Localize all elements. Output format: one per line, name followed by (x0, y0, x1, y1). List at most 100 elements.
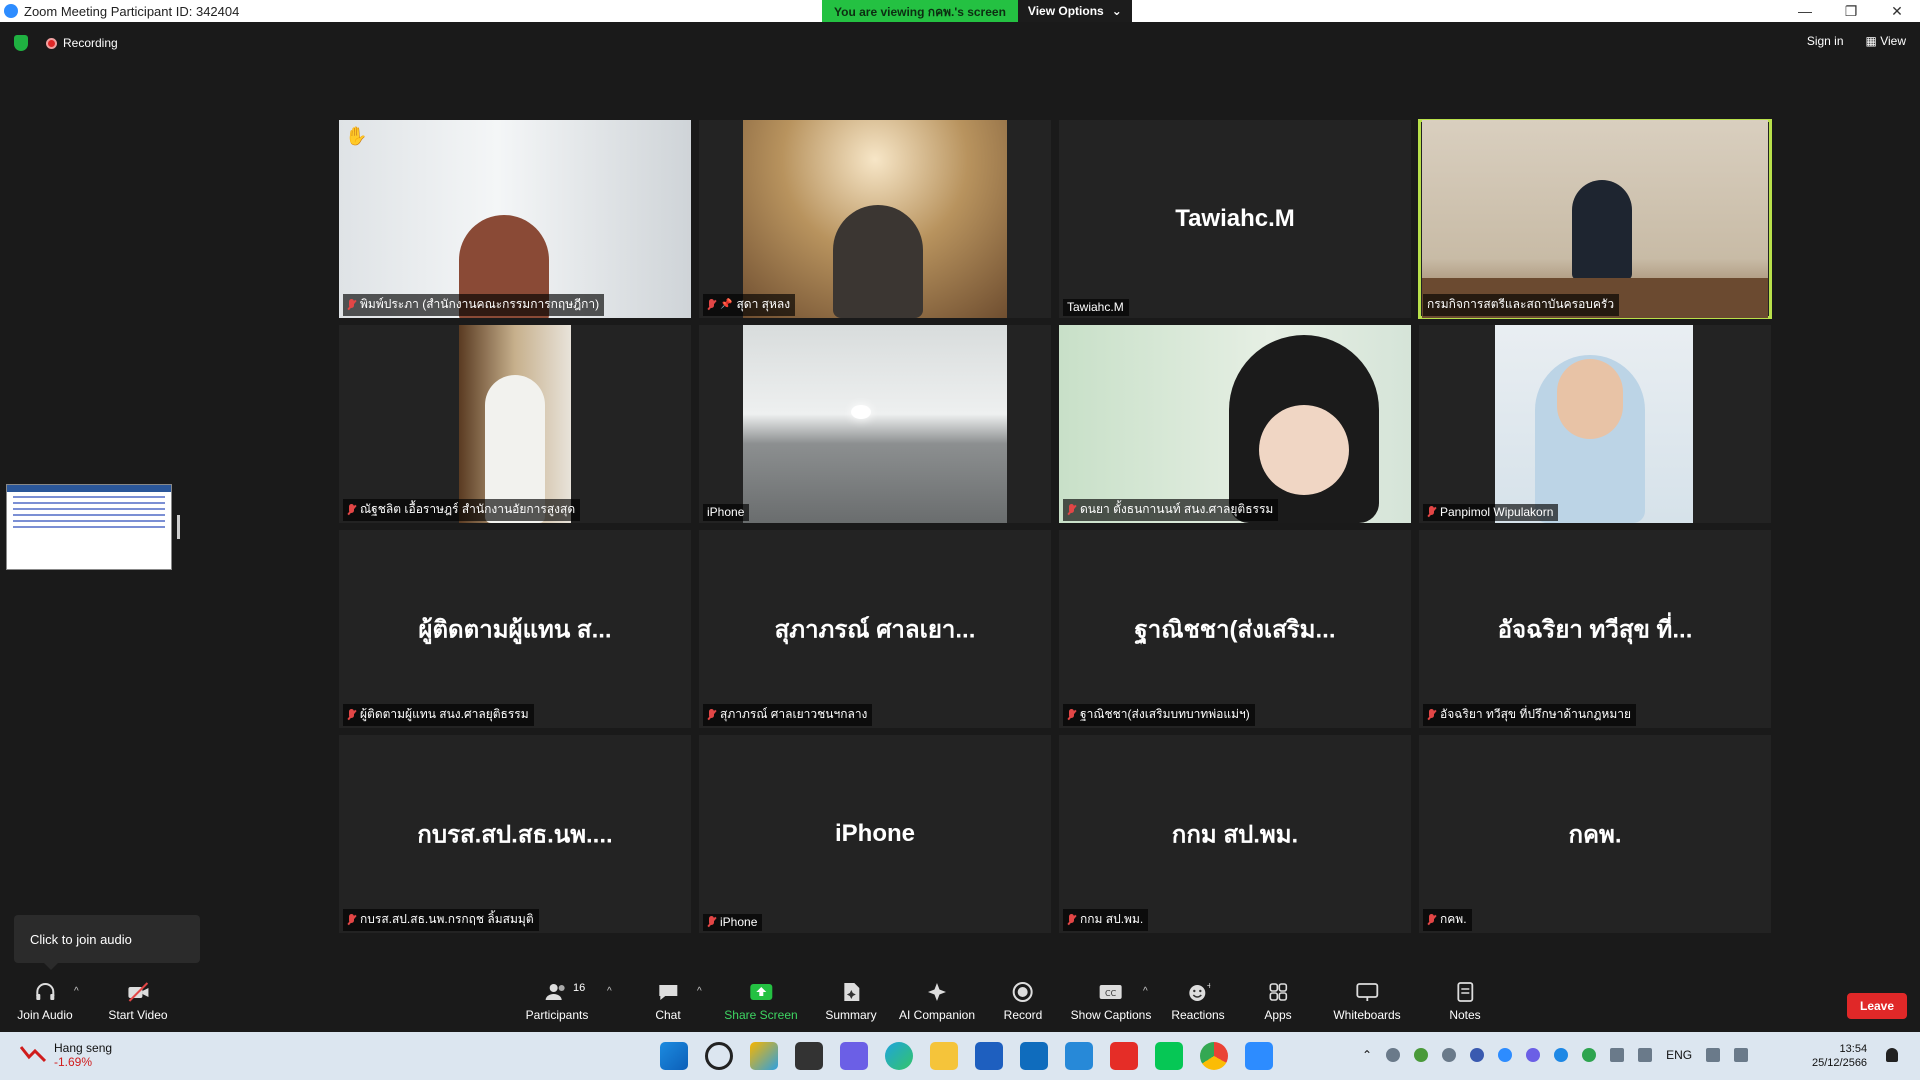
video-tile[interactable]: กกม สป.พม. กกม สป.พม. (1059, 735, 1411, 933)
chat-caret-icon[interactable]: ^ (697, 986, 702, 997)
participant-name: ฐาณิชชา(ส่งเสริมบทบาทพ่อแม่ฯ) (1080, 707, 1250, 721)
notes-label: Notes (1449, 1008, 1481, 1022)
participant-video (459, 325, 571, 523)
participant-name: กคพ. (1440, 912, 1467, 926)
zoom-taskbar-icon[interactable] (1245, 1042, 1273, 1070)
summary-button[interactable]: Summary (825, 982, 877, 1022)
file-explorer-icon[interactable] (930, 1042, 958, 1070)
video-tile[interactable]: Tawiahc.M Tawiahc.M (1059, 120, 1411, 318)
video-tile[interactable]: กบรส.สป.สธ.นพ.... กบรส.สป.สธ.นพ.กรกฤช ลิ… (339, 735, 691, 933)
video-tile[interactable]: กคพ. กคพ. (1419, 735, 1771, 933)
video-tile[interactable]: 📌 สุดา สุหลง (699, 120, 1051, 318)
tray-app-icon[interactable] (1442, 1048, 1457, 1062)
mic-muted-icon (1427, 913, 1436, 926)
security-shield-icon[interactable] (14, 35, 28, 51)
record-button[interactable]: Record (1004, 982, 1042, 1022)
close-button[interactable]: ✕ (1874, 3, 1920, 20)
youtube-icon[interactable] (1110, 1042, 1138, 1070)
widgets-icon[interactable] (750, 1042, 778, 1070)
raised-hand-icon: ✋ (345, 126, 368, 146)
video-tile[interactable]: ดนยา ตั้งธนกานนท์ สนง.ศาลยุติธรรม (1059, 325, 1411, 523)
display-icon[interactable] (1638, 1048, 1653, 1062)
participant-nametag: ฐาณิชชา(ส่งเสริมบทบาทพ่อแม่ฯ) (1063, 704, 1255, 726)
tray-app-icon[interactable] (1582, 1048, 1597, 1062)
participant-name: ณัฐชลิต เอื้อราษฎร์ สำนักงานอัยการสูงสุด (360, 502, 576, 516)
stock-widget[interactable]: Hang seng -1.69% (20, 1041, 112, 1069)
video-tile[interactable]: สุภาภรณ์ ศาลเยา... สุภาภรณ์ ศาลเยาวชนฯกล… (699, 530, 1051, 728)
tray-app-icon[interactable] (1554, 1048, 1569, 1062)
task-view-icon[interactable] (795, 1042, 823, 1070)
tray-app-icon[interactable] (1470, 1048, 1485, 1062)
participant-count: 16 (573, 982, 586, 994)
windows-start-icon[interactable] (660, 1042, 688, 1070)
video-tile[interactable]: ✋ พิมพ์ประภา (สำนักงานคณะกรรมการกฤษฎีกา) (339, 120, 691, 318)
participant-display-name: ผู้ติดตามผู้แทน ส... (418, 616, 612, 644)
tray-app-icon[interactable] (1414, 1048, 1429, 1062)
video-tile[interactable]: อัจฉริยา ทวีสุข ที่... อัจฉริยา ทวีสุข ท… (1419, 530, 1771, 728)
participants-caret-icon[interactable]: ^ (607, 986, 612, 997)
network-icon[interactable] (1706, 1048, 1721, 1062)
participant-nametag: Tawiahc.M (1063, 299, 1129, 316)
teams-chat-icon[interactable] (840, 1042, 868, 1070)
video-tile[interactable]: iPhone (699, 325, 1051, 523)
language-indicator[interactable]: ENG (1666, 1048, 1692, 1062)
start-video-button[interactable]: Start Video (108, 982, 168, 1022)
video-tile[interactable]: Panpimol Wipulakorn (1419, 325, 1771, 523)
volume-muted-icon[interactable] (1734, 1048, 1749, 1062)
thumbnail-resize-handle[interactable] (177, 515, 180, 539)
view-label: View (1880, 34, 1906, 48)
active-speaker-tile[interactable]: กรมกิจการสตรีและสถาบันครอบครัว (1418, 119, 1772, 319)
video-tile[interactable]: ณัฐชลิต เอื้อราษฎร์ สำนักงานอัยการสูงสุด (339, 325, 691, 523)
mic-muted-icon (1067, 708, 1076, 721)
notification-bell-icon[interactable] (1886, 1048, 1898, 1062)
reactions-button[interactable]: + Reactions (1171, 982, 1224, 1022)
recording-indicator[interactable]: Recording (46, 36, 118, 50)
minimize-button[interactable]: — (1782, 3, 1828, 20)
headphones-icon (35, 983, 54, 1000)
line-app-icon[interactable] (1155, 1042, 1183, 1070)
tray-teams-icon[interactable] (1526, 1048, 1541, 1062)
whiteboard-icon (1356, 983, 1378, 1001)
show-captions-button[interactable]: CC Show Captions (1071, 982, 1151, 1022)
audio-options-caret-icon[interactable]: ^ (74, 986, 79, 997)
participant-nametag: ผู้ติดตามผู้แทน สนง.ศาลยุติธรรม (343, 704, 534, 726)
participant-video (339, 120, 691, 318)
apps-label: Apps (1264, 1008, 1292, 1022)
start-video-label: Start Video (108, 1008, 168, 1022)
keyboard-icon[interactable] (1610, 1048, 1625, 1062)
chrome-icon[interactable] (1200, 1042, 1228, 1070)
leave-button[interactable]: Leave (1847, 993, 1907, 1019)
participant-nametag: iPhone (703, 914, 763, 931)
video-tile[interactable]: ฐาณิชชา(ส่งเสริม... ฐาณิชชา(ส่งเสริมบทบา… (1059, 530, 1411, 728)
video-tile[interactable]: ผู้ติดตามผู้แทน ส... ผู้ติดตามผู้แทน สนง… (339, 530, 691, 728)
record-icon (1013, 982, 1033, 1002)
recording-label: Recording (63, 36, 118, 50)
participant-name: Tawiahc.M (1067, 300, 1124, 314)
apps-button[interactable]: Apps (1264, 982, 1292, 1022)
participant-name: Panpimol Wipulakorn (1440, 505, 1554, 519)
microsoft-store-icon[interactable] (975, 1042, 1003, 1070)
chat-button[interactable]: Chat (655, 982, 681, 1022)
participant-display-name: อัจฉริยา ทวีสุข ที่... (1497, 616, 1693, 644)
ai-companion-button[interactable]: AI Companion (899, 982, 975, 1022)
share-screen-button[interactable]: Share Screen (724, 982, 798, 1022)
sign-in-button[interactable]: Sign in (1807, 34, 1844, 48)
view-button[interactable]: ▦ View (1866, 34, 1906, 48)
tray-overflow-icon[interactable]: ⌃ (1362, 1048, 1372, 1062)
join-audio-button[interactable]: Join Audio (17, 982, 73, 1022)
tray-app-icon[interactable] (1386, 1048, 1401, 1062)
edge-browser-icon[interactable] (885, 1042, 913, 1070)
video-tile[interactable]: iPhone iPhone (699, 735, 1051, 933)
restore-button[interactable]: ❐ (1828, 3, 1874, 20)
mail-icon[interactable] (1020, 1042, 1048, 1070)
taskbar-clock[interactable]: 13:54 25/12/2566 (1812, 1042, 1867, 1070)
tray-zoom-icon[interactable] (1498, 1048, 1513, 1062)
whiteboards-button[interactable]: Whiteboards (1333, 982, 1401, 1022)
captions-caret-icon[interactable]: ^ (1143, 986, 1148, 997)
shared-screen-thumbnail[interactable] (6, 484, 172, 570)
search-icon[interactable] (705, 1042, 733, 1070)
view-options-button[interactable]: View Options ⌄ (1017, 0, 1132, 22)
participant-nametag: กรมกิจการสตรีและสถาบันครอบครัว (1423, 294, 1620, 316)
my-app-icon[interactable] (1065, 1042, 1093, 1070)
notes-button[interactable]: Notes (1449, 982, 1481, 1022)
